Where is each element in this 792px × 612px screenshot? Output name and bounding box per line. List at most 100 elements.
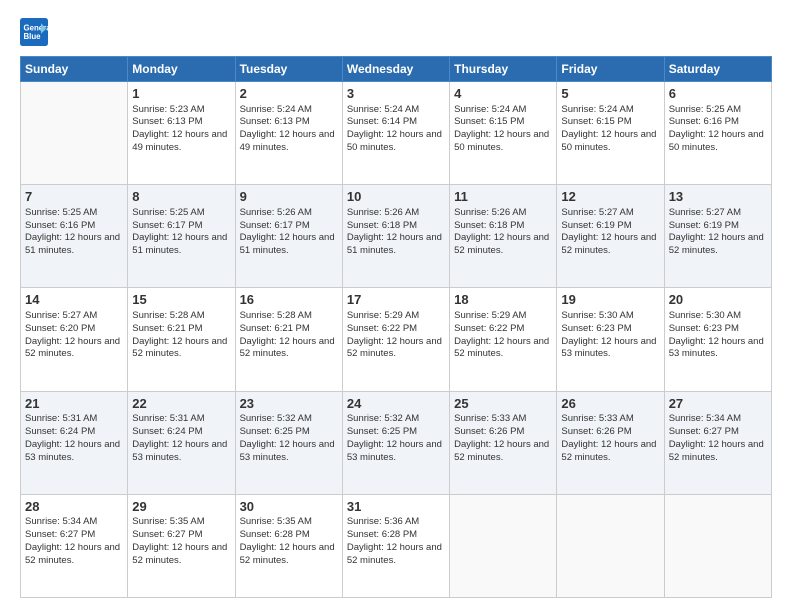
header-friday: Friday xyxy=(557,57,664,82)
calendar-cell xyxy=(450,494,557,597)
calendar-week-row: 7Sunrise: 5:25 AMSunset: 6:16 PMDaylight… xyxy=(21,185,772,288)
day-number: 31 xyxy=(347,498,445,516)
day-info: Sunrise: 5:25 AMSunset: 6:17 PMDaylight:… xyxy=(132,207,230,258)
day-number: 21 xyxy=(25,395,123,413)
calendar-cell: 6Sunrise: 5:25 AMSunset: 6:16 PMDaylight… xyxy=(664,82,771,185)
header: General Blue xyxy=(20,18,772,46)
calendar-week-row: 1Sunrise: 5:23 AMSunset: 6:13 PMDaylight… xyxy=(21,82,772,185)
calendar-cell: 20Sunrise: 5:30 AMSunset: 6:23 PMDayligh… xyxy=(664,288,771,391)
day-number: 1 xyxy=(132,85,230,103)
day-number: 20 xyxy=(669,291,767,309)
day-info: Sunrise: 5:35 AMSunset: 6:28 PMDaylight:… xyxy=(240,516,338,567)
calendar-cell xyxy=(557,494,664,597)
day-number: 7 xyxy=(25,188,123,206)
header-monday: Monday xyxy=(128,57,235,82)
day-number: 29 xyxy=(132,498,230,516)
day-number: 12 xyxy=(561,188,659,206)
calendar-cell: 27Sunrise: 5:34 AMSunset: 6:27 PMDayligh… xyxy=(664,391,771,494)
header-thursday: Thursday xyxy=(450,57,557,82)
day-info: Sunrise: 5:24 AMSunset: 6:13 PMDaylight:… xyxy=(240,104,338,155)
calendar-page: General Blue SundayMondayTuesdayWednesda… xyxy=(0,0,792,612)
day-number: 8 xyxy=(132,188,230,206)
day-number: 6 xyxy=(669,85,767,103)
calendar-cell: 9Sunrise: 5:26 AMSunset: 6:17 PMDaylight… xyxy=(235,185,342,288)
day-number: 27 xyxy=(669,395,767,413)
calendar-cell: 14Sunrise: 5:27 AMSunset: 6:20 PMDayligh… xyxy=(21,288,128,391)
day-number: 18 xyxy=(454,291,552,309)
day-info: Sunrise: 5:34 AMSunset: 6:27 PMDaylight:… xyxy=(25,516,123,567)
calendar-cell: 2Sunrise: 5:24 AMSunset: 6:13 PMDaylight… xyxy=(235,82,342,185)
day-info: Sunrise: 5:28 AMSunset: 6:21 PMDaylight:… xyxy=(132,310,230,361)
day-number: 26 xyxy=(561,395,659,413)
calendar-table: SundayMondayTuesdayWednesdayThursdayFrid… xyxy=(20,56,772,598)
day-info: Sunrise: 5:27 AMSunset: 6:20 PMDaylight:… xyxy=(25,310,123,361)
day-info: Sunrise: 5:25 AMSunset: 6:16 PMDaylight:… xyxy=(669,104,767,155)
day-number: 19 xyxy=(561,291,659,309)
day-number: 28 xyxy=(25,498,123,516)
header-sunday: Sunday xyxy=(21,57,128,82)
svg-text:Blue: Blue xyxy=(24,32,42,41)
calendar-cell: 22Sunrise: 5:31 AMSunset: 6:24 PMDayligh… xyxy=(128,391,235,494)
calendar-cell: 10Sunrise: 5:26 AMSunset: 6:18 PMDayligh… xyxy=(342,185,449,288)
day-info: Sunrise: 5:27 AMSunset: 6:19 PMDaylight:… xyxy=(669,207,767,258)
calendar-header-row: SundayMondayTuesdayWednesdayThursdayFrid… xyxy=(21,57,772,82)
day-info: Sunrise: 5:23 AMSunset: 6:13 PMDaylight:… xyxy=(132,104,230,155)
day-number: 3 xyxy=(347,85,445,103)
calendar-cell: 17Sunrise: 5:29 AMSunset: 6:22 PMDayligh… xyxy=(342,288,449,391)
day-info: Sunrise: 5:34 AMSunset: 6:27 PMDaylight:… xyxy=(669,413,767,464)
day-info: Sunrise: 5:36 AMSunset: 6:28 PMDaylight:… xyxy=(347,516,445,567)
calendar-cell xyxy=(664,494,771,597)
day-info: Sunrise: 5:30 AMSunset: 6:23 PMDaylight:… xyxy=(669,310,767,361)
day-info: Sunrise: 5:30 AMSunset: 6:23 PMDaylight:… xyxy=(561,310,659,361)
calendar-cell: 3Sunrise: 5:24 AMSunset: 6:14 PMDaylight… xyxy=(342,82,449,185)
calendar-week-row: 28Sunrise: 5:34 AMSunset: 6:27 PMDayligh… xyxy=(21,494,772,597)
calendar-cell: 11Sunrise: 5:26 AMSunset: 6:18 PMDayligh… xyxy=(450,185,557,288)
calendar-cell: 25Sunrise: 5:33 AMSunset: 6:26 PMDayligh… xyxy=(450,391,557,494)
day-number: 13 xyxy=(669,188,767,206)
day-info: Sunrise: 5:26 AMSunset: 6:17 PMDaylight:… xyxy=(240,207,338,258)
day-info: Sunrise: 5:32 AMSunset: 6:25 PMDaylight:… xyxy=(240,413,338,464)
calendar-cell: 19Sunrise: 5:30 AMSunset: 6:23 PMDayligh… xyxy=(557,288,664,391)
calendar-cell: 21Sunrise: 5:31 AMSunset: 6:24 PMDayligh… xyxy=(21,391,128,494)
day-info: Sunrise: 5:33 AMSunset: 6:26 PMDaylight:… xyxy=(561,413,659,464)
calendar-cell: 24Sunrise: 5:32 AMSunset: 6:25 PMDayligh… xyxy=(342,391,449,494)
day-info: Sunrise: 5:31 AMSunset: 6:24 PMDaylight:… xyxy=(25,413,123,464)
day-info: Sunrise: 5:31 AMSunset: 6:24 PMDaylight:… xyxy=(132,413,230,464)
day-number: 15 xyxy=(132,291,230,309)
day-info: Sunrise: 5:24 AMSunset: 6:14 PMDaylight:… xyxy=(347,104,445,155)
header-wednesday: Wednesday xyxy=(342,57,449,82)
day-number: 10 xyxy=(347,188,445,206)
calendar-cell: 26Sunrise: 5:33 AMSunset: 6:26 PMDayligh… xyxy=(557,391,664,494)
day-number: 30 xyxy=(240,498,338,516)
calendar-cell: 12Sunrise: 5:27 AMSunset: 6:19 PMDayligh… xyxy=(557,185,664,288)
day-info: Sunrise: 5:24 AMSunset: 6:15 PMDaylight:… xyxy=(561,104,659,155)
calendar-cell: 23Sunrise: 5:32 AMSunset: 6:25 PMDayligh… xyxy=(235,391,342,494)
day-number: 14 xyxy=(25,291,123,309)
header-tuesday: Tuesday xyxy=(235,57,342,82)
day-info: Sunrise: 5:26 AMSunset: 6:18 PMDaylight:… xyxy=(454,207,552,258)
day-info: Sunrise: 5:26 AMSunset: 6:18 PMDaylight:… xyxy=(347,207,445,258)
day-number: 4 xyxy=(454,85,552,103)
calendar-cell: 28Sunrise: 5:34 AMSunset: 6:27 PMDayligh… xyxy=(21,494,128,597)
day-number: 2 xyxy=(240,85,338,103)
header-saturday: Saturday xyxy=(664,57,771,82)
day-number: 24 xyxy=(347,395,445,413)
calendar-cell: 16Sunrise: 5:28 AMSunset: 6:21 PMDayligh… xyxy=(235,288,342,391)
day-number: 5 xyxy=(561,85,659,103)
calendar-cell xyxy=(21,82,128,185)
day-info: Sunrise: 5:25 AMSunset: 6:16 PMDaylight:… xyxy=(25,207,123,258)
calendar-week-row: 14Sunrise: 5:27 AMSunset: 6:20 PMDayligh… xyxy=(21,288,772,391)
day-number: 22 xyxy=(132,395,230,413)
day-info: Sunrise: 5:24 AMSunset: 6:15 PMDaylight:… xyxy=(454,104,552,155)
day-number: 9 xyxy=(240,188,338,206)
calendar-cell: 7Sunrise: 5:25 AMSunset: 6:16 PMDaylight… xyxy=(21,185,128,288)
calendar-cell: 4Sunrise: 5:24 AMSunset: 6:15 PMDaylight… xyxy=(450,82,557,185)
day-info: Sunrise: 5:29 AMSunset: 6:22 PMDaylight:… xyxy=(454,310,552,361)
calendar-cell: 5Sunrise: 5:24 AMSunset: 6:15 PMDaylight… xyxy=(557,82,664,185)
calendar-week-row: 21Sunrise: 5:31 AMSunset: 6:24 PMDayligh… xyxy=(21,391,772,494)
day-info: Sunrise: 5:28 AMSunset: 6:21 PMDaylight:… xyxy=(240,310,338,361)
day-number: 16 xyxy=(240,291,338,309)
logo: General Blue xyxy=(20,18,52,46)
calendar-cell: 31Sunrise: 5:36 AMSunset: 6:28 PMDayligh… xyxy=(342,494,449,597)
day-number: 25 xyxy=(454,395,552,413)
